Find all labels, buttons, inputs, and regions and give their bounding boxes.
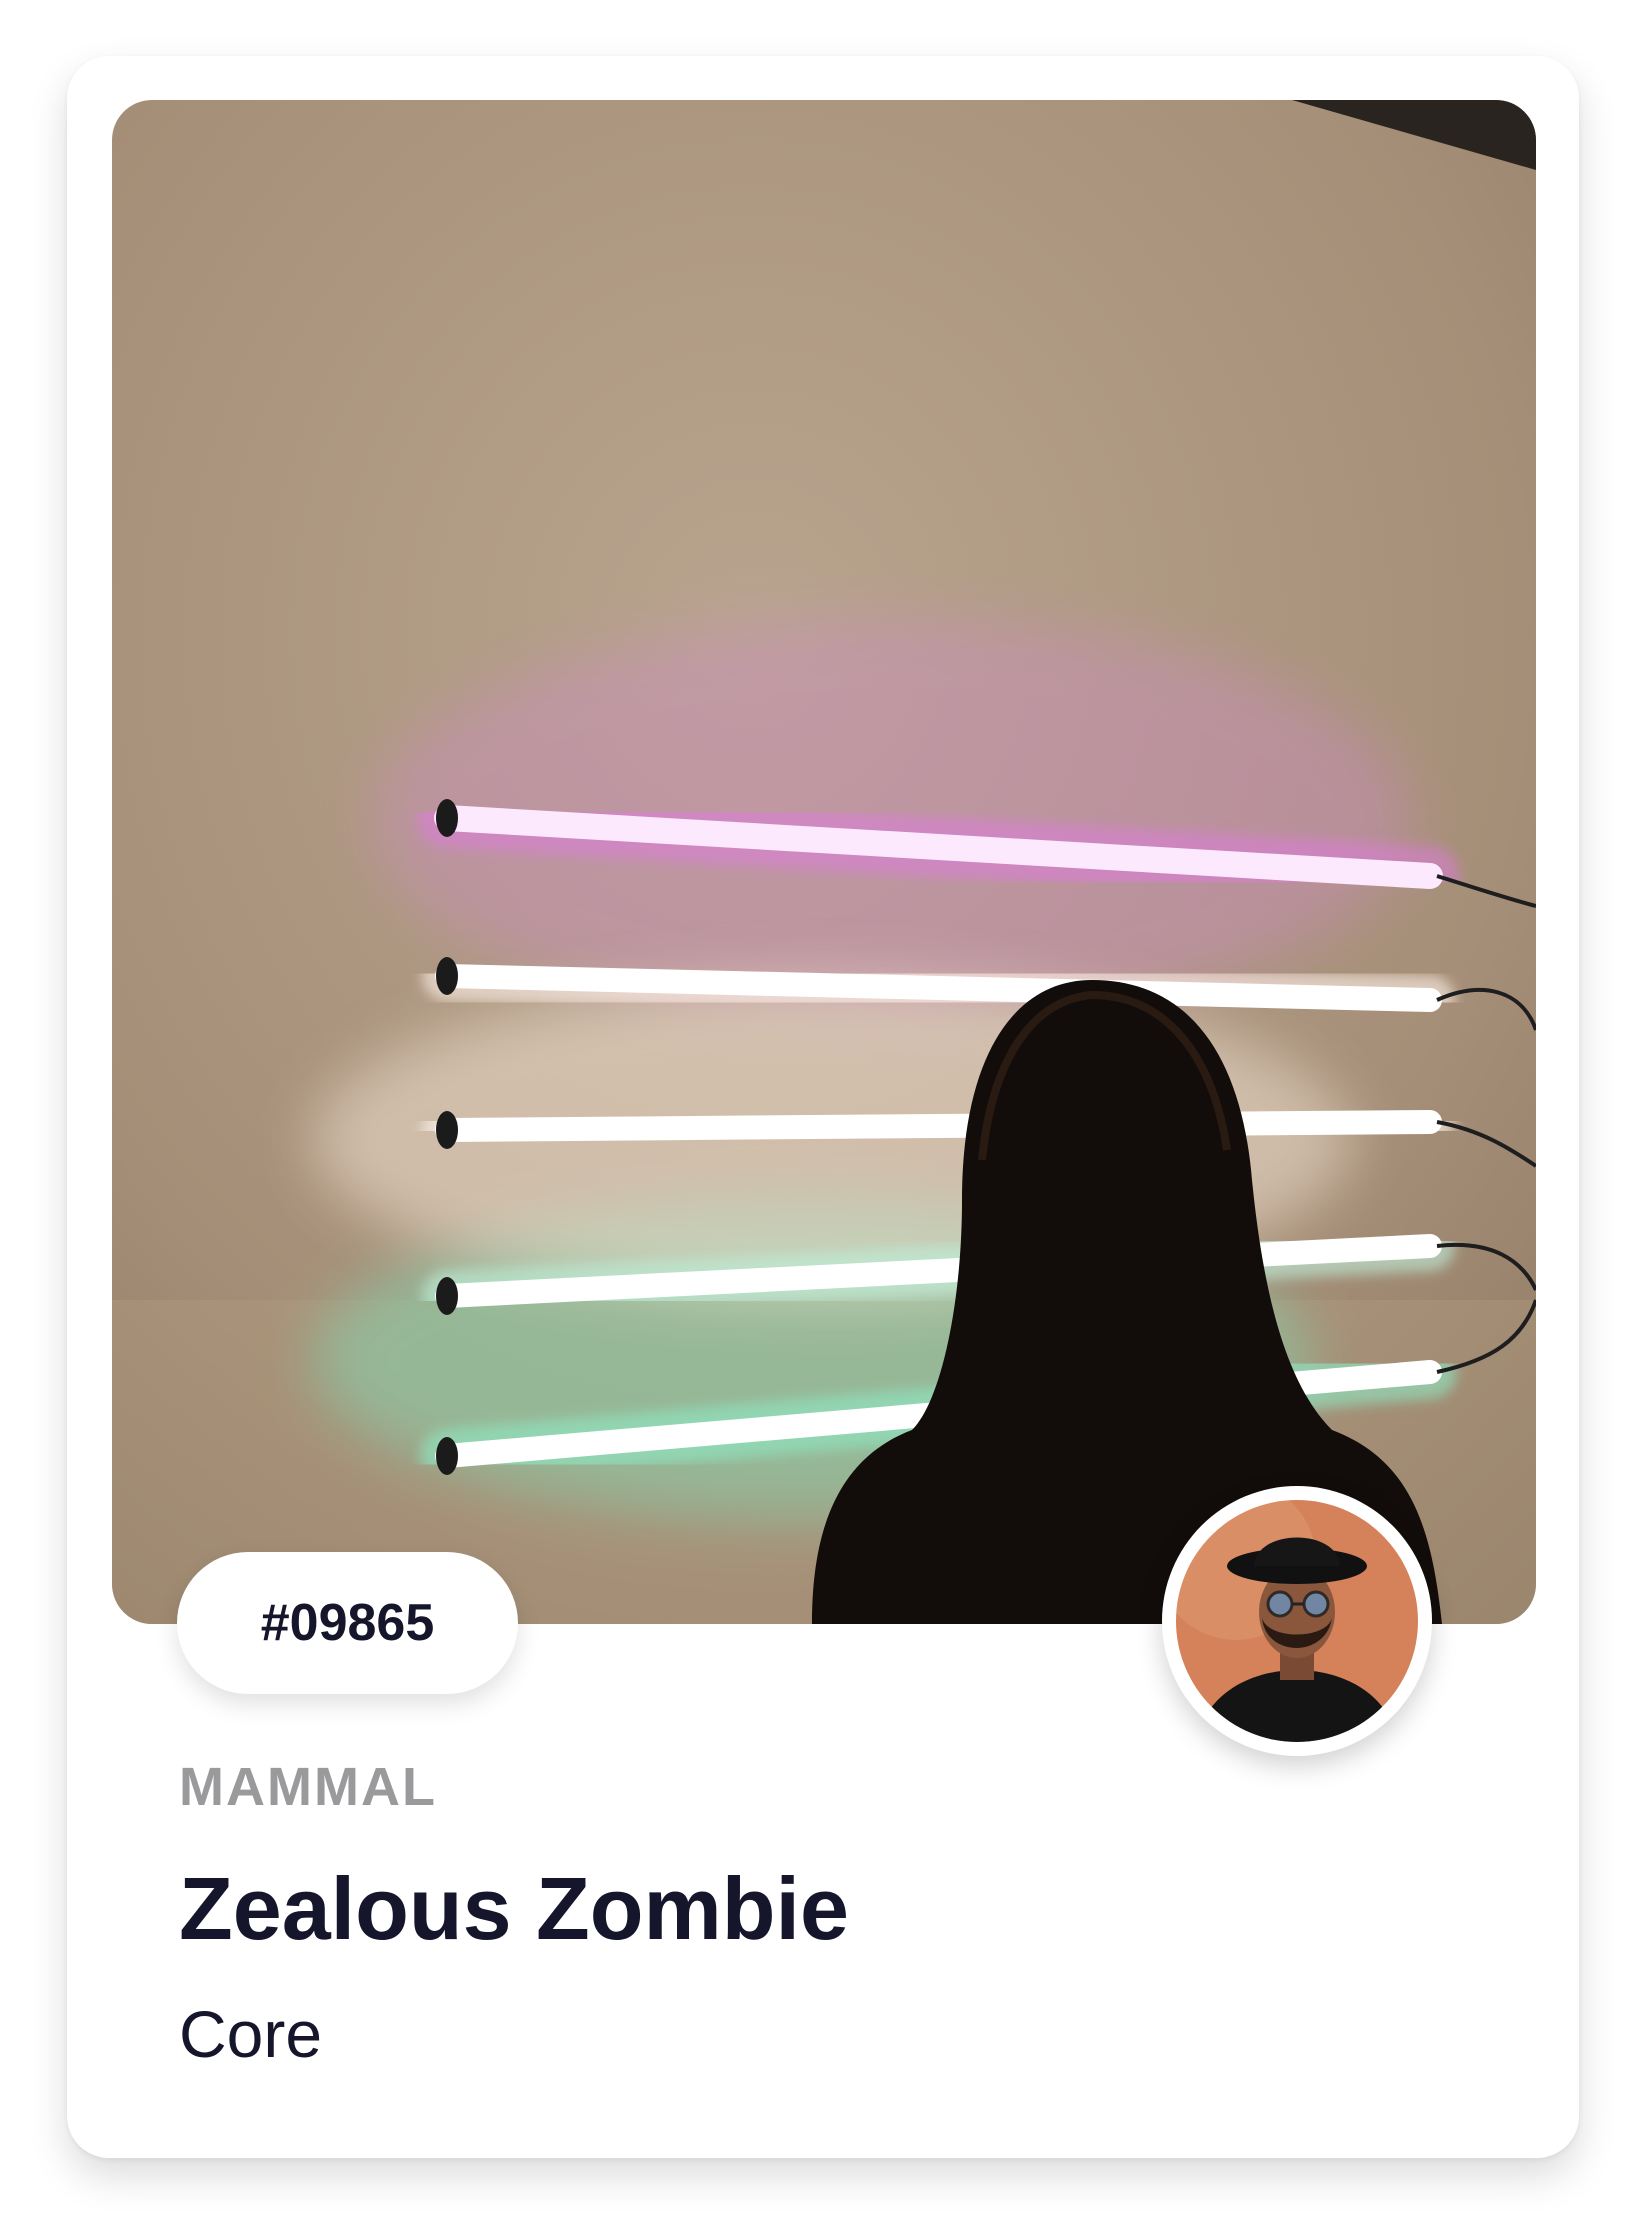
creator-avatar[interactable] bbox=[1162, 1486, 1432, 1756]
nft-card[interactable]: #09865 MAMMAL Zealous Zombie Core bbox=[67, 56, 1579, 2158]
avatar-image bbox=[1176, 1500, 1418, 1742]
card-title[interactable]: Zealous Zombie bbox=[179, 1858, 849, 1960]
token-id-badge: #09865 bbox=[177, 1552, 518, 1694]
category-label: MAMMAL bbox=[179, 1757, 437, 1817]
card-image bbox=[112, 100, 1536, 1624]
card-subtitle: Core bbox=[179, 1997, 323, 2071]
